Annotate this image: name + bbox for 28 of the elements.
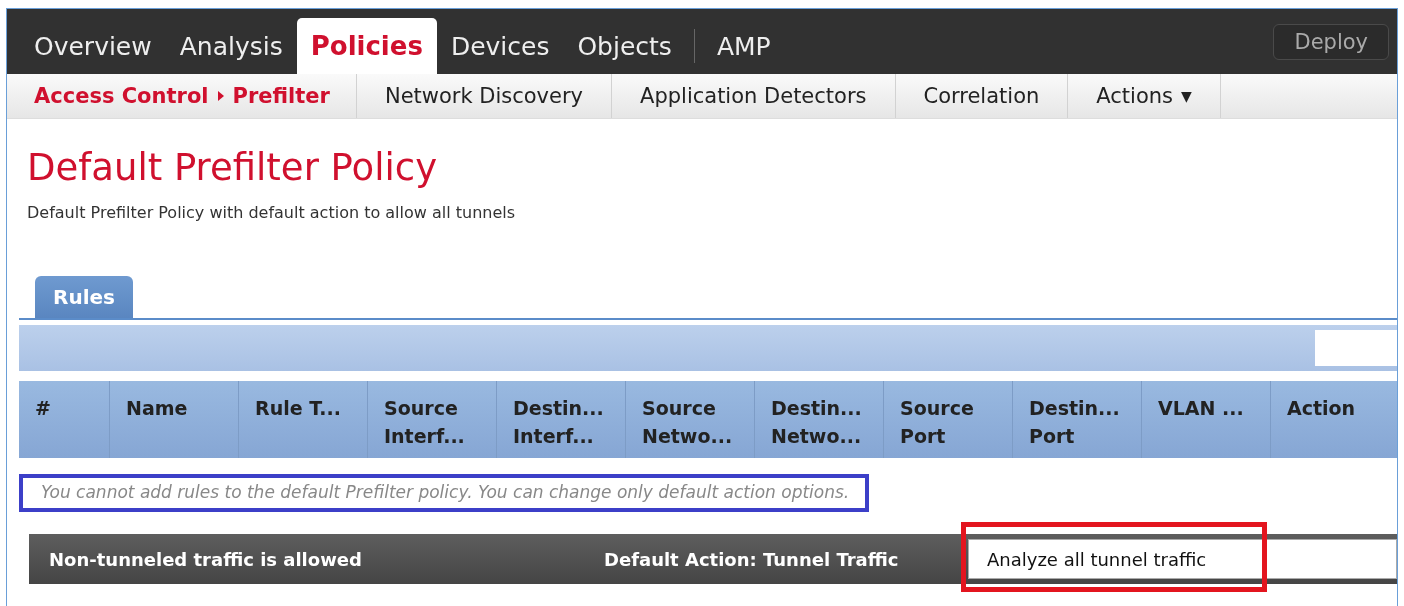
- breadcrumb-arrow-icon: [216, 90, 225, 102]
- column-header[interactable]: Source Netwo...: [625, 381, 754, 458]
- breadcrumb-link[interactable]: Access Control: [34, 84, 209, 108]
- breadcrumb-current[interactable]: Prefilter: [232, 84, 330, 108]
- column-header[interactable]: Destin... Port: [1012, 381, 1141, 458]
- column-header[interactable]: Rule T...: [238, 381, 367, 458]
- column-header[interactable]: Destin... Interf...: [496, 381, 625, 458]
- page-title: Default Prefilter Policy: [26, 145, 439, 191]
- input-field[interactable]: [1315, 330, 1397, 366]
- nav-tab[interactable]: AMP: [702, 18, 785, 74]
- default-action-label: Default Action: Tunnel Traffic: [604, 548, 900, 570]
- column-header[interactable]: Source Port: [883, 381, 1012, 458]
- column-header[interactable]: Source Interf...: [367, 381, 496, 458]
- nav-tab[interactable]: Objects: [563, 18, 686, 74]
- column-header[interactable]: Action: [1270, 381, 1397, 458]
- deploy-button[interactable]: Deploy: [1273, 23, 1389, 60]
- column-header[interactable]: Destin... Netwo...: [754, 381, 883, 458]
- page-description: Default Prefilter Policy with default action to allow all tunnels: [26, 202, 517, 222]
- column-header[interactable]: Name: [109, 381, 238, 458]
- nav-tab[interactable]: Devices: [436, 18, 564, 74]
- notice-text: You cannot add rules to the default Prefilter policy. You can change only default action options.: [19, 474, 870, 512]
- nav-tab[interactable]: Overview: [20, 18, 166, 74]
- nav-tab[interactable]: Policies: [296, 18, 437, 74]
- column-header[interactable]: VLAN ...: [1141, 381, 1270, 458]
- column-header[interactable]: #: [19, 381, 109, 458]
- nav-tab[interactable]: Analysis: [165, 18, 297, 74]
- traffic-note: Non-tunneled traffic is allowed: [48, 548, 363, 570]
- default-action-select[interactable]: Analyze all tunnel traffic: [968, 539, 1397, 579]
